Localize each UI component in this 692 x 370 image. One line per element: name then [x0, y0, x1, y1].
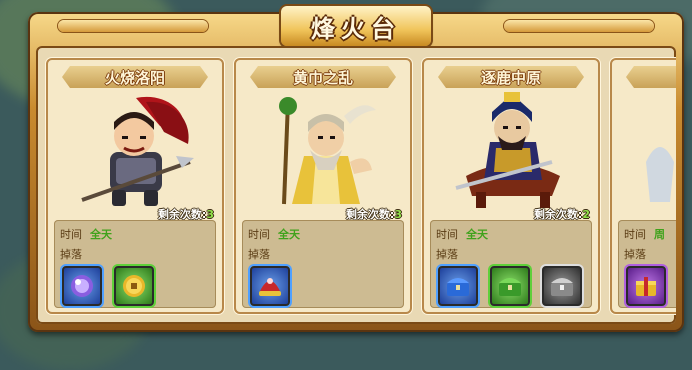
gold-coin-icon: [123, 275, 145, 297]
stage-info-box: 时间 全天 掉落: [54, 220, 216, 308]
hero-portrait: [646, 147, 674, 202]
stage-info-box: 时间 周 掉落: [618, 220, 676, 308]
blue-chest-icon: [447, 278, 469, 296]
time-label: 时间: [60, 228, 82, 241]
drop-item[interactable]: [62, 266, 102, 306]
time-label: 时间: [436, 228, 458, 241]
stage-name: 火烧洛阳: [104, 68, 165, 87]
purple-orb-icon: [71, 275, 93, 297]
gold-box-icon: [636, 277, 656, 296]
title-wing-right: [504, 20, 654, 32]
drop-item[interactable]: [490, 266, 530, 306]
drop-item[interactable]: [542, 266, 582, 306]
stage-info-box: 时间 全天 掉落: [242, 220, 404, 308]
title-plate: 烽火台: [281, 6, 431, 46]
drop-item[interactable]: [114, 266, 154, 306]
dong-zhuo-hero-portrait: [81, 96, 194, 206]
stage-name-banner: 火烧洛阳: [62, 66, 208, 88]
stage-name-banner: [626, 66, 676, 88]
drop-item[interactable]: [438, 266, 478, 306]
green-chest-icon: [499, 278, 521, 296]
stage-card-central-plains[interactable]: 逐鹿中原 剩余次数:2 时间 全天 掉落: [422, 58, 600, 314]
time-value: 全天: [466, 228, 488, 241]
time-label: 时间: [624, 228, 646, 241]
card-area: 火烧洛阳 剩余次数:3 时间 全天 掉落 黄巾之乱 剩余次数:3 时间 全天 掉…: [36, 46, 676, 324]
drop-label: 掉落: [60, 248, 82, 261]
title-wing-left: [58, 20, 208, 32]
stage-name-banner: 逐鹿中原: [438, 66, 584, 88]
cao-cao-hero-portrait: [455, 92, 560, 208]
drop-item[interactable]: [626, 266, 666, 306]
time-label: 时间: [248, 228, 270, 241]
zhang-jiao-hero-portrait: [279, 97, 376, 205]
drop-label: 掉落: [436, 248, 458, 261]
time-value: 全天: [278, 228, 300, 241]
drop-label: 掉落: [624, 248, 646, 261]
stage-name: 逐鹿中原: [480, 68, 541, 87]
drop-item[interactable]: [250, 266, 290, 306]
drop-label: 掉落: [248, 248, 270, 261]
time-value: 周: [654, 228, 665, 241]
stage-card-yellow-turban[interactable]: 黄巾之乱 剩余次数:3 时间 全天 掉落: [234, 58, 412, 314]
silver-chest-icon: [551, 278, 573, 296]
time-value: 全天: [90, 228, 112, 241]
stage-card-partial[interactable]: 时间 周 掉落: [610, 58, 676, 314]
stage-info-box: 时间 全天 掉落: [430, 220, 592, 308]
stage-name-banner: 黄巾之乱: [250, 66, 396, 88]
stage-name: 黄巾之乱: [292, 68, 353, 87]
stage-card-luoyang[interactable]: 火烧洛阳 剩余次数:3 时间 全天 掉落: [46, 58, 224, 314]
red-helmet-icon: [259, 278, 281, 296]
beacon-tower-panel: 烽火台 火烧洛阳 剩余次数:3 时间 全天 掉落 黄巾之乱 剩余次数:3 时间 …: [28, 6, 684, 332]
page-title: 烽火台: [311, 13, 401, 43]
